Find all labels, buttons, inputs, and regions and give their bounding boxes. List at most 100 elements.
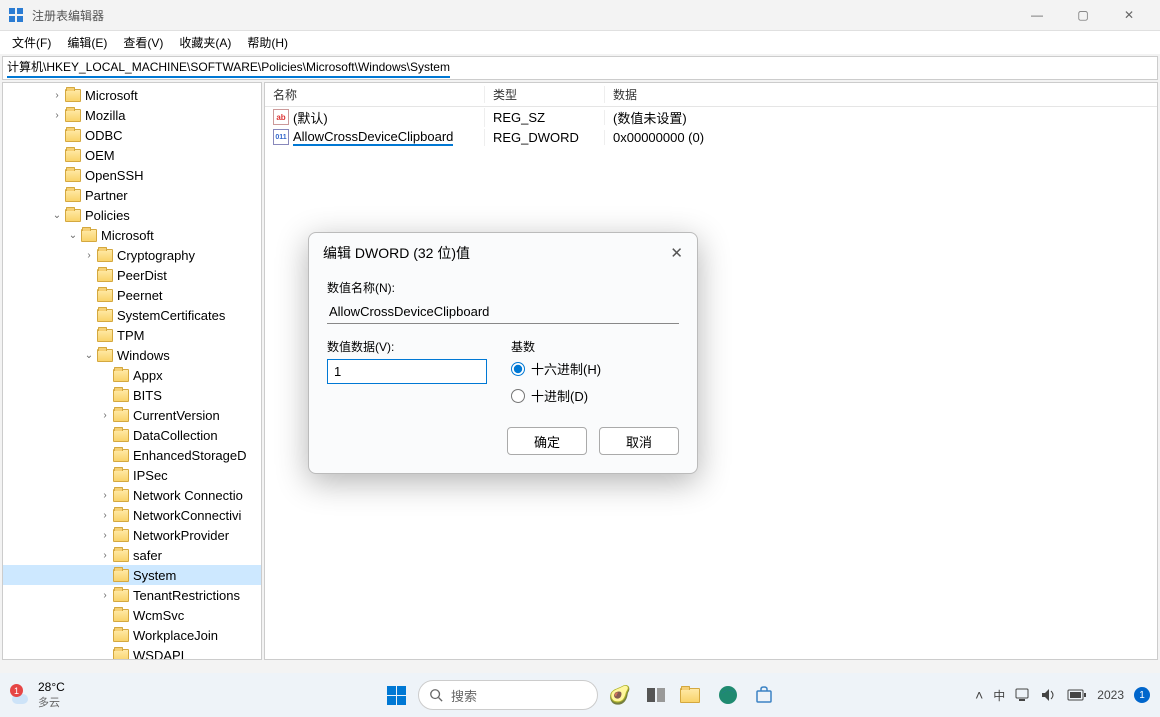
cancel-button[interactable]: 取消 — [599, 427, 679, 455]
ok-button[interactable]: 确定 — [507, 427, 587, 455]
menu-favorites[interactable]: 收藏夹(A) — [171, 32, 239, 53]
chevron-down-icon[interactable]: ⌄ — [83, 350, 95, 361]
chevron-right-icon[interactable]: › — [99, 550, 111, 561]
tree-item-wsdapi[interactable]: ›WSDAPI — [3, 645, 261, 660]
tree-item-policies[interactable]: ⌄Policies — [3, 205, 261, 225]
menu-edit[interactable]: 编辑(E) — [59, 32, 115, 53]
dialog-close-button[interactable]: ✕ — [670, 244, 683, 262]
tree-item-odbc[interactable]: ›ODBC — [3, 125, 261, 145]
base-label: 基数 — [511, 338, 601, 355]
tree-item-safer[interactable]: ›safer — [3, 545, 261, 565]
tray-chevron-up-icon[interactable]: ˄ — [975, 687, 983, 703]
chevron-right-icon[interactable]: › — [99, 510, 111, 521]
folder-icon — [65, 109, 81, 122]
value-data-input[interactable] — [327, 359, 487, 384]
menu-view[interactable]: 查看(V) — [115, 32, 171, 53]
value-name-input[interactable] — [327, 300, 679, 324]
tree-item-appx[interactable]: ›Appx — [3, 365, 261, 385]
folder-icon — [113, 389, 129, 402]
chevron-right-icon[interactable]: › — [99, 590, 111, 601]
tree-item-workplacejoin[interactable]: ›WorkplaceJoin — [3, 625, 261, 645]
chevron-right-icon[interactable]: › — [83, 250, 95, 261]
tree-item-ipsec[interactable]: ›IPSec — [3, 465, 261, 485]
tray-network-icon[interactable] — [1015, 688, 1031, 702]
tray-volume-icon[interactable] — [1041, 688, 1057, 702]
value-type: REG_DWORD — [485, 130, 605, 145]
radio-hex[interactable]: 十六进制(H) — [511, 359, 601, 378]
chevron-down-icon[interactable]: ⌄ — [51, 210, 63, 221]
column-data[interactable]: 数据 — [605, 86, 1157, 103]
taskbar-search[interactable]: 搜索 — [418, 680, 598, 710]
chevron-down-icon[interactable]: ⌄ — [67, 230, 79, 241]
window-title: 注册表编辑器 — [32, 7, 1014, 24]
tree-item-tpm[interactable]: ›TPM — [3, 325, 261, 345]
menu-file[interactable]: 文件(F) — [4, 32, 59, 53]
folder-icon — [113, 549, 129, 562]
tree-item-enhancedstoraged[interactable]: ›EnhancedStorageD — [3, 445, 261, 465]
taskbar-taskview[interactable] — [642, 681, 670, 709]
tree-item-tenantrestrictions[interactable]: ›TenantRestrictions — [3, 585, 261, 605]
tree-item-partner[interactable]: ›Partner — [3, 185, 261, 205]
tree-item-network-connectio[interactable]: › Network Connectio — [3, 485, 261, 505]
list-row[interactable]: ab(默认)REG_SZ(数值未设置) — [265, 107, 1157, 127]
tray-clock[interactable]: 2023 — [1097, 688, 1124, 702]
list-row[interactable]: 011AllowCrossDeviceClipboardREG_DWORD0x0… — [265, 127, 1157, 147]
tree-panel[interactable]: ›Microsoft›Mozilla›ODBC›OEM›OpenSSH›Part… — [2, 82, 262, 660]
tree-item-label: Partner — [85, 188, 128, 203]
tree-item-microsoft[interactable]: ⌄Microsoft — [3, 225, 261, 245]
column-type[interactable]: 类型 — [485, 86, 605, 103]
tree-item-openssh[interactable]: ›OpenSSH — [3, 165, 261, 185]
start-button[interactable] — [382, 681, 410, 709]
chevron-right-icon[interactable]: › — [51, 110, 63, 121]
tree-item-wcmsvc[interactable]: ›WcmSvc — [3, 605, 261, 625]
address-bar[interactable]: 计算机\HKEY_LOCAL_MACHINE\SOFTWARE\Policies… — [2, 56, 1158, 80]
tree-item-windows[interactable]: ⌄ Windows — [3, 345, 261, 365]
taskbar-edge[interactable] — [714, 681, 742, 709]
tray-notification-badge[interactable]: 1 — [1134, 687, 1150, 703]
tree-item-label: Windows — [117, 348, 170, 363]
chevron-right-icon[interactable]: › — [99, 410, 111, 421]
taskbar-explorer[interactable] — [678, 681, 706, 709]
tree-item-oem[interactable]: ›OEM — [3, 145, 261, 165]
menu-help[interactable]: 帮助(H) — [239, 32, 296, 53]
maximize-button[interactable]: ▢ — [1060, 0, 1106, 30]
folder-icon — [113, 409, 129, 422]
column-name[interactable]: 名称 — [265, 86, 485, 103]
minimize-button[interactable]: — — [1014, 0, 1060, 30]
tree-item-networkconnectivi[interactable]: ›NetworkConnectivi — [3, 505, 261, 525]
tree-item-networkprovider[interactable]: ›NetworkProvider — [3, 525, 261, 545]
tree-item-label: Network Connectio — [133, 488, 243, 503]
taskbar-app-1[interactable]: 🥑 — [606, 681, 634, 709]
tree-item-microsoft[interactable]: ›Microsoft — [3, 85, 261, 105]
tray-battery-icon[interactable] — [1067, 689, 1087, 701]
folder-icon — [65, 209, 81, 222]
tree-item-currentversion[interactable]: ›CurrentVersion — [3, 405, 261, 425]
window-titlebar: 注册表编辑器 — ▢ ✕ — [0, 0, 1160, 30]
radio-dec-input[interactable] — [511, 389, 525, 403]
tree-item-label: EnhancedStorageD — [133, 448, 246, 463]
tree-item-peerdist[interactable]: ›PeerDist — [3, 265, 261, 285]
tray-ime[interactable]: 中 — [993, 687, 1005, 704]
tree-item-cryptography[interactable]: › Cryptography — [3, 245, 261, 265]
chevron-right-icon[interactable]: › — [99, 490, 111, 501]
taskbar-weather[interactable]: 1 28°C 多云 — [10, 680, 65, 710]
tree-item-mozilla[interactable]: › Mozilla — [3, 105, 261, 125]
taskbar-store[interactable] — [750, 681, 778, 709]
tree-item-label: OEM — [85, 148, 115, 163]
tree-item-label: Cryptography — [117, 248, 195, 263]
tree-item-peernet[interactable]: ›Peernet — [3, 285, 261, 305]
folder-icon — [113, 569, 129, 582]
radio-hex-input[interactable] — [511, 362, 525, 376]
chevron-right-icon[interactable]: › — [99, 530, 111, 541]
tree-item-label: Peernet — [117, 288, 163, 303]
value-name-label: 数值名称(N): — [327, 279, 679, 296]
tree-item-bits[interactable]: ›BITS — [3, 385, 261, 405]
chevron-right-icon[interactable]: › — [51, 90, 63, 101]
radio-dec[interactable]: 十进制(D) — [511, 386, 601, 405]
tree-item-datacollection[interactable]: ›DataCollection — [3, 425, 261, 445]
folder-icon — [97, 329, 113, 342]
close-button[interactable]: ✕ — [1106, 0, 1152, 30]
tree-item-systemcertificates[interactable]: ›SystemCertificates — [3, 305, 261, 325]
tree-item-label: Mozilla — [85, 108, 125, 123]
tree-item-system[interactable]: ›System — [3, 565, 261, 585]
